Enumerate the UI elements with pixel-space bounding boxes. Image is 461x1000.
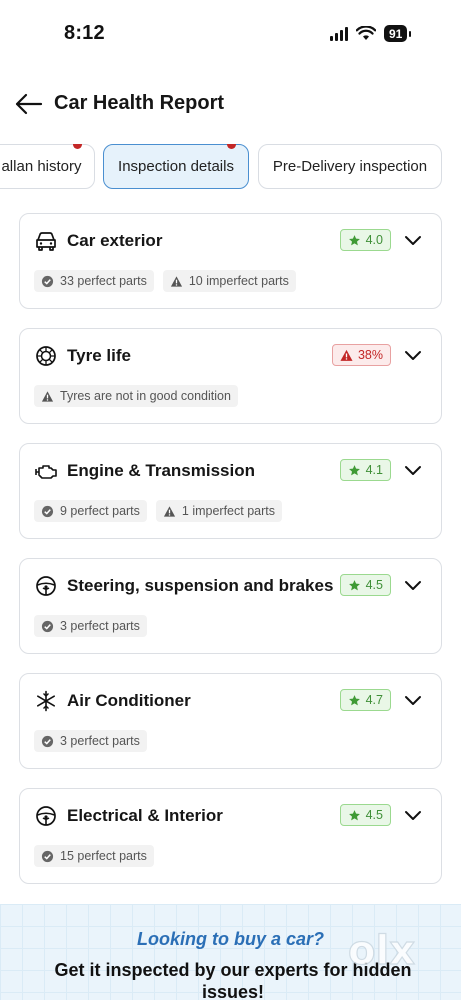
- check-circle-icon: [41, 850, 54, 862]
- chip-text: 9 perfect parts: [60, 504, 140, 518]
- tab-challan-history[interactable]: allan history: [0, 144, 95, 189]
- card-tyre-life[interactable]: Tyre life 38% Tyres are not in good cond…: [19, 328, 442, 424]
- page-header: Car Health Report: [0, 82, 461, 126]
- chip-perfect-parts: 3 perfect parts: [34, 615, 147, 637]
- chevron-down-icon[interactable]: [403, 232, 423, 248]
- star-icon: [348, 694, 360, 705]
- warning-icon: [41, 390, 54, 402]
- rating-badge: 4.5: [339, 574, 391, 596]
- snowflake-icon: [37, 690, 55, 712]
- chip-imperfect-parts: 1 imperfect parts: [155, 500, 282, 522]
- rating-badge: 4.0: [339, 229, 391, 251]
- warning-icon: [163, 505, 175, 517]
- chevron-down-icon[interactable]: [403, 807, 423, 823]
- rating-badge: 38%: [331, 344, 391, 366]
- steering-icon: [36, 806, 56, 826]
- chevron-down-icon[interactable]: [403, 577, 423, 593]
- chip-perfect-parts: 3 perfect parts: [34, 730, 147, 752]
- rating-badge: 4.5: [339, 804, 391, 826]
- battery-tip: [409, 30, 412, 37]
- card-steering-suspension-brakes[interactable]: Steering, suspension and brakes 4.5 3 pe…: [19, 558, 442, 654]
- rating-badge: 4.1: [339, 459, 391, 481]
- star-icon: [348, 809, 360, 820]
- warning-icon: [170, 275, 182, 287]
- star-icon: [348, 464, 360, 475]
- chip-perfect-parts: 15 perfect parts: [34, 845, 154, 867]
- chip-text: 1 imperfect parts: [181, 504, 275, 518]
- tab-pre-delivery-inspection[interactable]: Pre-Delivery inspection: [258, 144, 442, 189]
- chip-perfect-parts: 9 perfect parts: [34, 500, 147, 522]
- tab-label: Inspection details: [118, 158, 234, 175]
- chip-text: 3 perfect parts: [60, 619, 140, 633]
- chevron-down-icon[interactable]: [403, 462, 423, 478]
- car-icon: [36, 232, 56, 251]
- rating-value: 4.7: [365, 693, 383, 707]
- status-time: 8:12: [64, 22, 105, 44]
- star-icon: [348, 579, 360, 590]
- check-circle-icon: [41, 275, 54, 287]
- status-icons: 91: [330, 25, 412, 42]
- signal-icon: [330, 26, 348, 41]
- chip-text: 10 imperfect parts: [188, 274, 289, 288]
- watermark-text: olx: [348, 928, 415, 974]
- engine-icon: [35, 465, 57, 479]
- card-chips: 9 perfect parts 1 imperfect parts: [34, 500, 282, 522]
- card-title: Electrical & Interior: [67, 806, 223, 825]
- steering-icon: [36, 576, 56, 596]
- card-chips: 33 perfect parts 10 imperfect parts: [34, 270, 296, 292]
- tab-label: allan history: [1, 158, 82, 175]
- chevron-down-icon[interactable]: [403, 692, 423, 708]
- card-air-conditioner[interactable]: Air Conditioner 4.7 3 perfect parts: [19, 673, 442, 769]
- chevron-down-icon[interactable]: [403, 347, 423, 363]
- tyre-icon: [36, 346, 56, 366]
- chip-text: 33 perfect parts: [60, 274, 147, 288]
- card-electrical-interior[interactable]: Electrical & Interior 4.5 15 perfect par…: [19, 788, 442, 884]
- tab-label: Pre-Delivery inspection: [272, 158, 428, 175]
- card-title: Engine & Transmission: [67, 461, 255, 480]
- chip-tyre-condition: Tyres are not in good condition: [34, 385, 238, 407]
- warning-icon: [340, 349, 353, 361]
- rating-badge: 4.7: [339, 689, 391, 711]
- card-title: Car exterior: [67, 231, 163, 250]
- card-chips: Tyres are not in good condition: [34, 385, 238, 407]
- card-chips: 3 perfect parts: [34, 615, 147, 637]
- olx-watermark-logo: olx: [347, 927, 415, 974]
- rating-value: 4.1: [365, 463, 383, 477]
- chip-text: Tyres are not in good condition: [60, 389, 231, 403]
- tab-inspection-details[interactable]: Inspection details: [103, 144, 249, 189]
- status-bar: 8:12 91: [0, 0, 461, 70]
- chip-text: 15 perfect parts: [60, 849, 147, 863]
- wifi-icon: [356, 26, 376, 40]
- back-arrow-icon[interactable]: [14, 90, 44, 118]
- card-chips: 15 perfect parts: [34, 845, 154, 867]
- notification-dot: [73, 144, 82, 149]
- star-icon: [348, 234, 360, 245]
- chip-imperfect-parts: 10 imperfect parts: [162, 270, 296, 292]
- card-title: Steering, suspension and brakes: [67, 576, 334, 595]
- notification-dot: [227, 144, 236, 149]
- check-circle-icon: [41, 735, 54, 747]
- card-chips: 3 perfect parts: [34, 730, 147, 752]
- battery-indicator: 91: [384, 25, 408, 42]
- rating-value: 4.5: [365, 808, 383, 822]
- check-circle-icon: [41, 620, 54, 632]
- card-engine-transmission[interactable]: Engine & Transmission 4.1 9 perfect part…: [19, 443, 442, 539]
- rating-value: 4.5: [365, 578, 383, 592]
- rating-value: 4.0: [365, 233, 383, 247]
- card-car-exterior[interactable]: Car exterior 4.0 33 perfect parts 10 imp…: [19, 213, 442, 309]
- tab-bar: allan history Inspection details Pre-Del…: [0, 144, 461, 190]
- check-circle-icon: [41, 505, 54, 517]
- card-title: Air Conditioner: [67, 691, 191, 710]
- card-title: Tyre life: [67, 346, 131, 365]
- page-title: Car Health Report: [54, 92, 225, 114]
- chip-text: 3 perfect parts: [60, 734, 140, 748]
- rating-value: 38%: [357, 348, 383, 362]
- chip-perfect-parts: 33 perfect parts: [34, 270, 154, 292]
